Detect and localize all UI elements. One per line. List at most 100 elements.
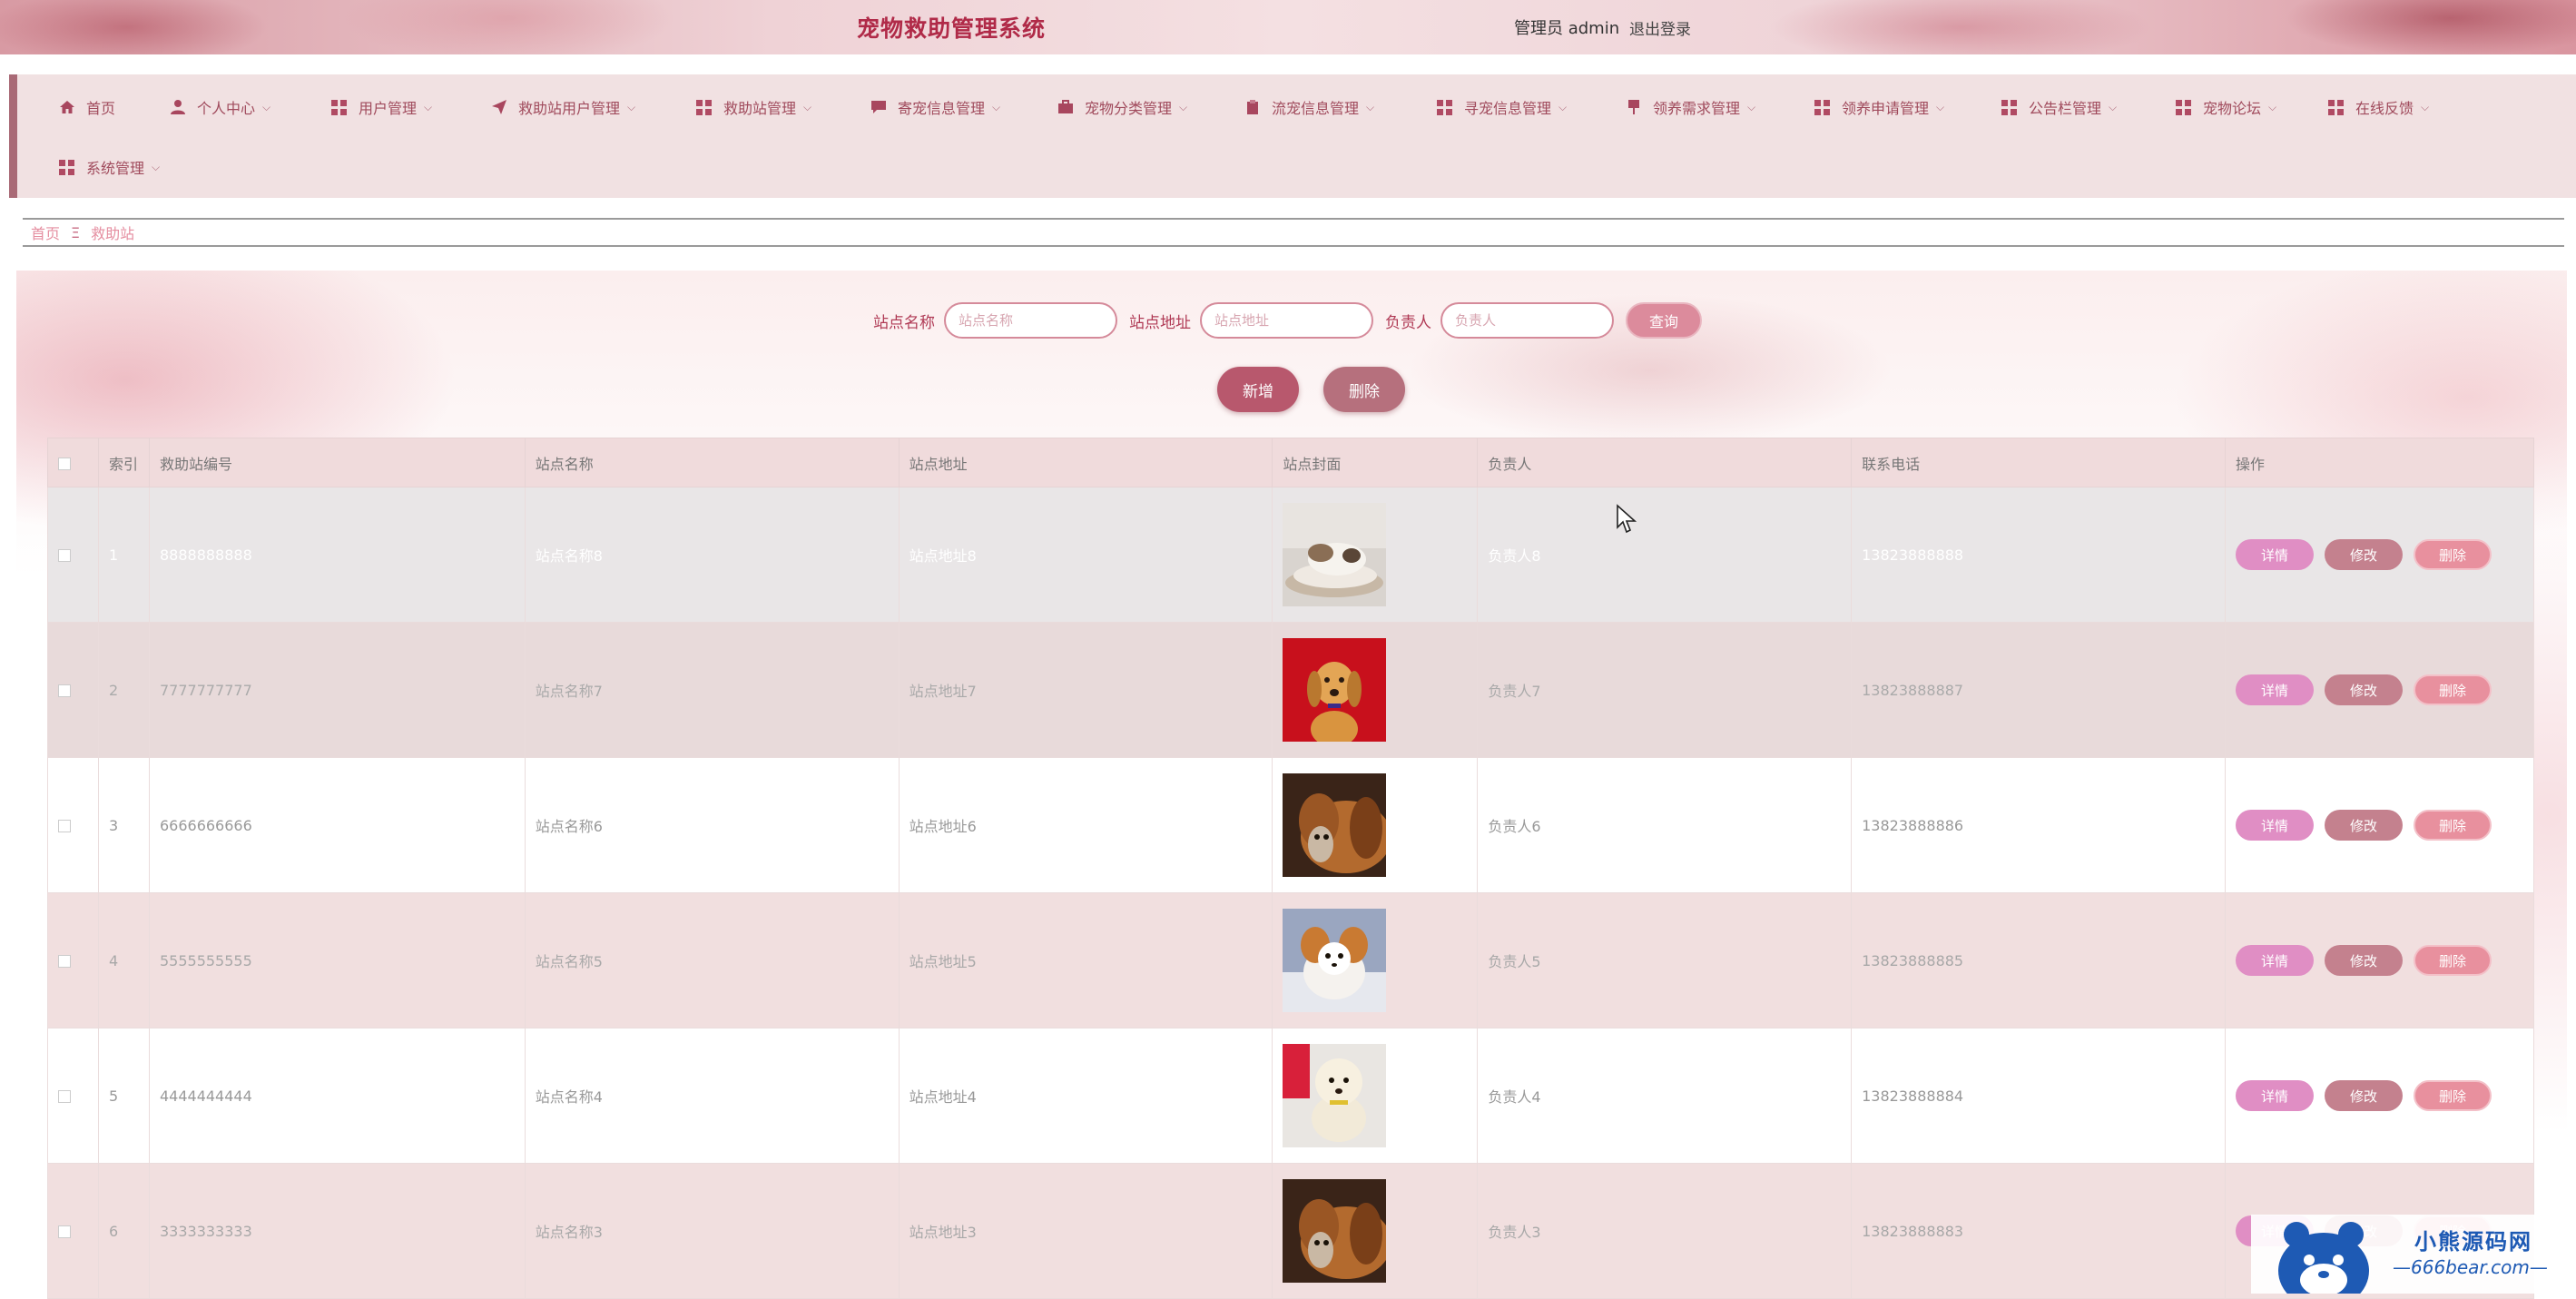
cell-actions: 详情 修改 删除 xyxy=(2224,622,2535,758)
nav-item-personal-center[interactable]: 个人中心 ⌵ xyxy=(170,96,270,118)
row-delete-button[interactable]: 删除 xyxy=(2413,539,2492,570)
cell-name: 站点名称6 xyxy=(524,757,900,893)
breadcrumb-home[interactable]: 首页 xyxy=(31,221,60,243)
cell-name: 站点名称7 xyxy=(524,622,900,758)
chevron-down-icon: ⌵ xyxy=(627,100,636,113)
cover-image[interactable] xyxy=(1283,909,1387,1012)
table-row[interactable]: 3 6666666666 站点名称6 站点地址6 负责人6 1382388888… xyxy=(47,757,2535,893)
nav-item-system-management[interactable]: 系统管理 ⌵ xyxy=(59,156,160,178)
cell-code: 7777777777 xyxy=(148,622,526,758)
cell-index: 2 xyxy=(97,622,150,758)
breadcrumb: 首页 Ξ 救助站 xyxy=(23,218,2564,247)
row-delete-button[interactable]: 删除 xyxy=(2413,1080,2492,1111)
column-header-name: 站点名称 xyxy=(524,438,900,487)
grid-icon xyxy=(696,99,712,115)
row-delete-button[interactable]: 删除 xyxy=(2413,810,2492,841)
nav-item-adoption-demand-management[interactable]: 领养需求管理 ⌵ xyxy=(1626,96,1755,118)
paper-plane-icon xyxy=(491,99,507,115)
detail-button[interactable]: 详情 xyxy=(2235,1080,2314,1111)
cell-code: 3333333333 xyxy=(148,1163,526,1299)
row-checkbox[interactable] xyxy=(58,820,71,832)
column-header-code: 救助站编号 xyxy=(148,438,526,487)
edit-button[interactable]: 修改 xyxy=(2324,1080,2403,1111)
cell-index: 3 xyxy=(97,757,150,893)
cell-code: 6666666666 xyxy=(148,757,526,893)
detail-button[interactable]: 详情 xyxy=(2235,945,2314,976)
cover-image[interactable] xyxy=(1283,503,1387,606)
cell-cover xyxy=(1272,757,1479,893)
table-row[interactable]: 1 8888888888 站点名称8 站点地址8 负责人8 1382388888… xyxy=(47,487,2535,623)
mouse-cursor-icon xyxy=(1617,504,1637,534)
table-row[interactable]: 4 5555555555 站点名称5 站点地址5 负责人5 1382388888… xyxy=(47,892,2535,1028)
nav-item-lost-pet-management[interactable]: 寻宠信息管理 ⌵ xyxy=(1437,96,1567,118)
chevron-down-icon: ⌵ xyxy=(424,100,433,113)
cell-address: 站点地址3 xyxy=(898,1163,1273,1299)
row-checkbox[interactable] xyxy=(58,1090,71,1103)
chevron-down-icon: ⌵ xyxy=(262,100,271,113)
table-row[interactable]: 6 3333333333 站点名称3 站点地址3 负责人3 1382388888… xyxy=(47,1163,2535,1299)
nav-item-home[interactable]: 首页 xyxy=(59,96,115,118)
table-row[interactable]: 2 7777777777 站点名称7 站点地址7 负责人7 1382388888… xyxy=(47,622,2535,758)
table-row[interactable]: 5 4444444444 站点名称4 站点地址4 负责人4 1382388888… xyxy=(47,1028,2535,1164)
edit-button[interactable]: 修改 xyxy=(2324,945,2403,976)
cover-image[interactable] xyxy=(1283,638,1387,742)
logout-link[interactable]: 退出登录 xyxy=(1629,16,1691,39)
cover-image[interactable] xyxy=(1283,773,1387,877)
cell-cover xyxy=(1272,1028,1479,1164)
row-checkbox[interactable] xyxy=(58,1225,71,1238)
detail-button[interactable]: 详情 xyxy=(2235,674,2314,705)
detail-button[interactable]: 详情 xyxy=(2235,810,2314,841)
comment-icon xyxy=(870,99,887,115)
briefcase-icon xyxy=(1057,99,1074,115)
nav-item-stray-info-management[interactable]: 流宠信息管理 ⌵ xyxy=(1244,96,1374,118)
nav-item-station-user-management[interactable]: 救助站用户管理 ⌵ xyxy=(491,96,635,118)
grid-icon xyxy=(1814,99,1830,115)
cell-manager: 负责人3 xyxy=(1477,1163,1853,1299)
row-delete-button[interactable]: 删除 xyxy=(2413,945,2492,976)
station-address-label: 站点地址 xyxy=(1129,313,1191,332)
edit-button[interactable]: 修改 xyxy=(2324,674,2403,705)
nav-item-bulletin-management[interactable]: 公告栏管理 ⌵ xyxy=(2001,96,2117,118)
batch-delete-button[interactable]: 删除 xyxy=(1323,367,1405,412)
watermark-title: 小熊源码网 xyxy=(2414,1229,2532,1255)
user-icon xyxy=(170,99,186,115)
nav-item-user-management[interactable]: 用户管理 ⌵ xyxy=(331,96,432,118)
cell-name: 站点名称5 xyxy=(524,892,900,1028)
edit-button[interactable]: 修改 xyxy=(2324,810,2403,841)
nav-item-online-feedback[interactable]: 在线反馈 ⌵ xyxy=(2328,96,2429,118)
main-nav: 首页 个人中心 ⌵ 用户管理 ⌵ 救助站用户管理 ⌵ 救助站管理 ⌵ 寄宠信息管… xyxy=(9,74,2576,198)
edit-button[interactable]: 修改 xyxy=(2324,539,2403,570)
nav-item-pet-forum[interactable]: 宠物论坛 ⌵ xyxy=(2176,96,2276,118)
manager-input[interactable] xyxy=(1440,302,1614,339)
grid-icon xyxy=(2176,99,2191,115)
station-address-input[interactable] xyxy=(1200,302,1373,339)
nav-item-pet-category-management[interactable]: 宠物分类管理 ⌵ xyxy=(1057,96,1187,118)
cover-image[interactable] xyxy=(1283,1179,1387,1283)
nav-item-adoption-application-management[interactable]: 领养申请管理 ⌵ xyxy=(1814,96,1944,118)
station-name-input[interactable] xyxy=(944,302,1117,339)
row-checkbox[interactable] xyxy=(58,684,71,697)
add-button[interactable]: 新增 xyxy=(1217,367,1299,412)
cell-code: 8888888888 xyxy=(148,487,526,623)
flag-icon xyxy=(1626,99,1642,115)
chevron-down-icon: ⌵ xyxy=(1558,100,1568,113)
watermark: 小熊源码网 —666bear.com— xyxy=(2251,1215,2576,1294)
cell-code: 5555555555 xyxy=(148,892,526,1028)
breadcrumb-separator: Ξ xyxy=(71,223,81,241)
cell-index: 6 xyxy=(97,1163,150,1299)
cover-image[interactable] xyxy=(1283,1044,1387,1147)
nav-item-foster-info-management[interactable]: 寄宠信息管理 ⌵ xyxy=(870,96,1000,118)
grid-icon xyxy=(2001,99,2017,115)
column-header-address: 站点地址 xyxy=(898,438,1273,487)
row-delete-button[interactable]: 删除 xyxy=(2413,674,2492,705)
cell-cover xyxy=(1272,487,1479,623)
select-all-cell[interactable] xyxy=(47,438,99,487)
detail-button[interactable]: 详情 xyxy=(2235,539,2314,570)
app-title: 宠物救助管理系统 xyxy=(857,15,1047,42)
nav-item-station-management[interactable]: 救助站管理 ⌵ xyxy=(696,96,811,118)
cell-code: 4444444444 xyxy=(148,1028,526,1164)
select-all-checkbox[interactable] xyxy=(58,457,71,470)
row-checkbox[interactable] xyxy=(58,549,71,562)
query-button[interactable]: 查询 xyxy=(1626,302,1702,339)
row-checkbox[interactable] xyxy=(58,955,71,968)
